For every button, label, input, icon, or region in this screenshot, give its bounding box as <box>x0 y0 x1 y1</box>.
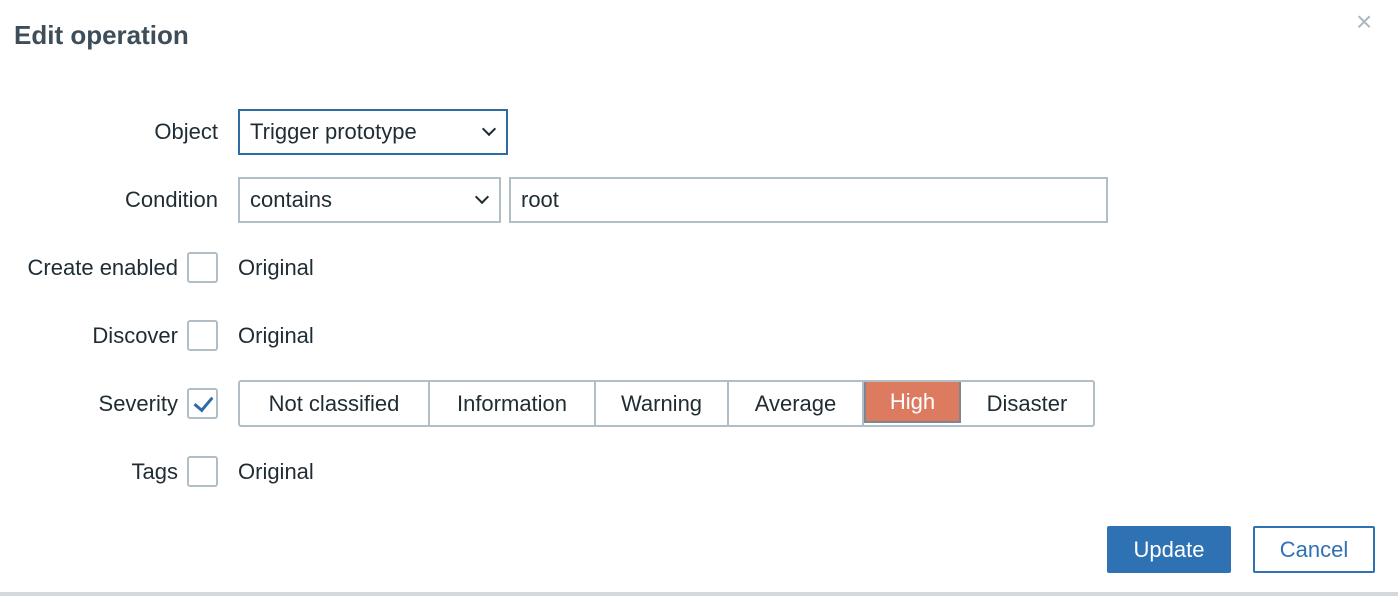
create-enabled-value: Original <box>238 255 314 280</box>
chevron-down-icon <box>474 189 490 205</box>
severity-information[interactable]: Information <box>430 382 596 425</box>
bottom-divider <box>0 592 1398 596</box>
severity-checkbox[interactable] <box>187 388 218 419</box>
object-label: Object <box>154 119 218 144</box>
tags-value: Original <box>238 459 314 484</box>
cancel-button[interactable]: Cancel <box>1253 526 1375 573</box>
severity-warning[interactable]: Warning <box>596 382 729 425</box>
object-select-value: Trigger prototype <box>250 119 417 144</box>
create-enabled-label: Create enabled <box>27 255 178 280</box>
tags-label: Tags <box>131 459 178 484</box>
discover-value: Original <box>238 323 314 348</box>
severity-not-classified[interactable]: Not classified <box>240 382 430 425</box>
severity-disaster[interactable]: Disaster <box>961 382 1093 425</box>
object-select[interactable]: Trigger prototype <box>238 109 508 155</box>
severity-average[interactable]: Average <box>729 382 864 425</box>
dialog-title: Edit operation <box>14 20 189 50</box>
severity-segmented-control: Not classified Information Warning Avera… <box>238 380 1095 427</box>
discover-checkbox[interactable] <box>187 320 218 351</box>
discover-label: Discover <box>92 323 178 348</box>
condition-select-value: contains <box>250 187 332 212</box>
close-icon[interactable]: × <box>1356 6 1372 38</box>
create-enabled-checkbox[interactable] <box>187 252 218 283</box>
condition-label: Condition <box>125 187 218 212</box>
update-button[interactable]: Update <box>1107 526 1231 573</box>
tags-checkbox[interactable] <box>187 456 218 487</box>
condition-value-input[interactable]: root <box>509 177 1108 223</box>
severity-high[interactable]: High <box>864 382 961 423</box>
severity-label: Severity <box>98 391 178 416</box>
condition-select[interactable]: contains <box>238 177 501 223</box>
chevron-down-icon <box>481 121 497 137</box>
